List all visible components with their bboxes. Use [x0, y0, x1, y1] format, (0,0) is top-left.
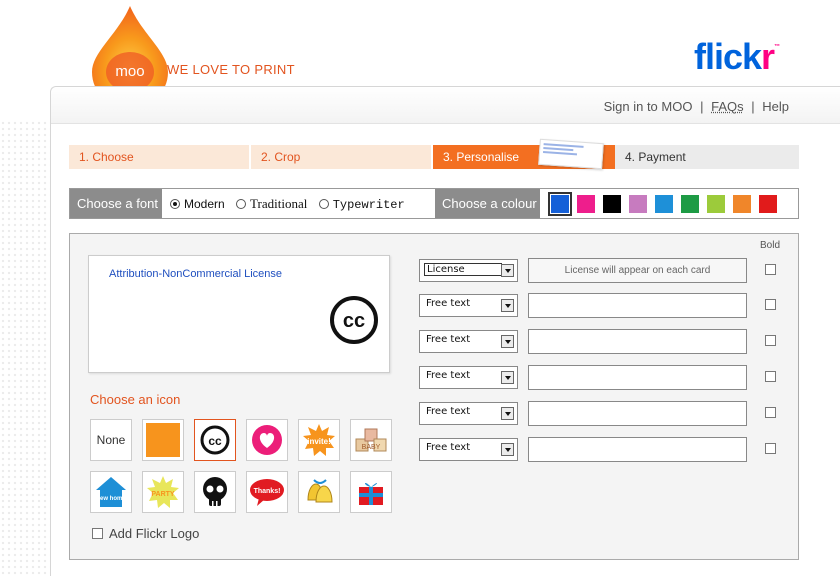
- bold-checkbox[interactable]: [765, 299, 776, 310]
- line-type-select[interactable]: Free text: [419, 330, 518, 353]
- free-text-input[interactable]: [528, 365, 747, 390]
- cc-icon-option[interactable]: cc: [194, 419, 236, 461]
- house-icon: new home: [96, 477, 126, 507]
- gift-icon: [359, 482, 383, 505]
- line-type-select[interactable]: License: [419, 259, 518, 282]
- dropdown-arrow-icon[interactable]: [501, 407, 514, 420]
- line-type-select[interactable]: Free text: [419, 294, 518, 317]
- free-text-input[interactable]: [528, 329, 747, 354]
- font-option-traditional[interactable]: Traditional: [236, 189, 307, 219]
- choose-icon-label: Choose an icon: [90, 392, 181, 407]
- svg-text:new home: new home: [96, 496, 126, 502]
- baby-blocks-icon: BABY: [355, 428, 387, 452]
- colour-swatch[interactable]: [548, 192, 572, 216]
- font-option-modern[interactable]: Modern: [170, 190, 225, 219]
- line-type-select[interactable]: Free text: [419, 366, 518, 389]
- radio-icon[interactable]: [318, 199, 329, 209]
- add-flickr-logo-option[interactable]: Add Flickr Logo: [92, 526, 199, 541]
- cc-icon: cc: [200, 425, 230, 455]
- tagline: WE LOVE TO PRINT: [167, 62, 295, 77]
- card-license-text: Attribution-NonCommercial License: [109, 268, 283, 280]
- icon-option-party[interactable]: PARTY: [142, 471, 184, 513]
- choose-font-label: Choose a font: [70, 189, 162, 218]
- colour-swatch[interactable]: [602, 194, 622, 214]
- free-text-input[interactable]: [528, 401, 747, 426]
- thanks-bubble-icon: Thanks!: [250, 479, 284, 506]
- dropdown-arrow-icon[interactable]: [501, 264, 514, 277]
- step-choose[interactable]: 1. Choose: [69, 145, 249, 169]
- svg-text:cc: cc: [343, 310, 365, 332]
- header: moo WE LOVE TO PRINT flickr™: [0, 0, 840, 106]
- orange-square-icon: [146, 423, 180, 457]
- line-type-select[interactable]: Free text: [419, 402, 518, 425]
- svg-text:Thanks!: Thanks!: [254, 488, 281, 495]
- colour-swatch[interactable]: [706, 194, 726, 214]
- icon-option-new-home[interactable]: new home: [90, 471, 132, 513]
- flickr-logo: flickr™: [694, 36, 780, 77]
- bold-checkbox[interactable]: [765, 407, 776, 418]
- bold-checkbox[interactable]: [765, 371, 776, 382]
- heart-icon: [252, 425, 282, 455]
- cc-icon: cc: [330, 296, 378, 344]
- dropdown-arrow-icon[interactable]: [501, 335, 514, 348]
- svg-text:BABY: BABY: [362, 444, 381, 451]
- icon-option-gift[interactable]: [350, 471, 392, 513]
- icon-option-thanks[interactable]: Thanks!: [246, 471, 288, 513]
- invite-starburst-icon: invite!: [303, 424, 335, 456]
- personalise-workspace: Attribution-NonCommercial License cc Cho…: [69, 233, 799, 560]
- checkbox-icon[interactable]: [92, 528, 103, 539]
- free-text-input[interactable]: [528, 437, 747, 462]
- skull-icon: [203, 477, 227, 506]
- free-text-input[interactable]: [528, 293, 747, 318]
- dropdown-arrow-icon[interactable]: [501, 443, 514, 456]
- icon-option-invite[interactable]: invite!: [298, 419, 340, 461]
- separator: |: [751, 99, 755, 114]
- progress-steps: 1. Choose 2. Crop 3. Personalise 4. Paym…: [69, 138, 799, 170]
- icon-option-none[interactable]: None: [90, 419, 132, 461]
- colour-swatch[interactable]: [576, 194, 596, 214]
- bold-checkbox[interactable]: [765, 264, 776, 275]
- card-preview-thumbnail: [538, 138, 604, 170]
- svg-text:invite!: invite!: [307, 437, 331, 446]
- party-starburst-icon: PARTY: [147, 476, 179, 508]
- faqs-link[interactable]: FAQs: [711, 99, 744, 114]
- font-option-typewriter[interactable]: Typewriter: [318, 190, 405, 220]
- step-payment: 4. Payment: [615, 145, 799, 169]
- card-preview: Attribution-NonCommercial License cc: [88, 255, 390, 373]
- help-link[interactable]: Help: [762, 99, 789, 114]
- icon-option-skull[interactable]: [194, 471, 236, 513]
- svg-text:cc: cc: [208, 434, 222, 448]
- colour-swatch[interactable]: [758, 194, 778, 214]
- colour-swatch[interactable]: [628, 194, 648, 214]
- icon-option-bells[interactable]: [298, 471, 340, 513]
- license-field: License will appear on each card: [528, 258, 747, 283]
- icon-option-orange-square[interactable]: [142, 419, 184, 461]
- bold-checkbox[interactable]: [765, 443, 776, 454]
- colour-swatch[interactable]: [654, 194, 674, 214]
- dropdown-arrow-icon[interactable]: [501, 371, 514, 384]
- bold-column-label: Bold: [760, 240, 781, 251]
- bold-checkbox[interactable]: [765, 335, 776, 346]
- wedding-bells-icon: [307, 479, 333, 503]
- svg-text:PARTY: PARTY: [151, 491, 175, 498]
- radio-icon[interactable]: [236, 199, 247, 209]
- colour-swatch[interactable]: [732, 194, 752, 214]
- radio-selected-icon[interactable]: [170, 199, 180, 209]
- step-crop[interactable]: 2. Crop: [251, 145, 431, 169]
- dropdown-arrow-icon[interactable]: [501, 299, 514, 312]
- icon-option-baby-blocks[interactable]: BABY: [350, 419, 392, 461]
- line-type-select[interactable]: Free text: [419, 438, 518, 461]
- choose-colour-label: Choose a colour: [435, 189, 540, 218]
- options-bar: Choose a font Modern Traditional Typewri…: [69, 188, 799, 219]
- sign-in-link[interactable]: Sign in to MOO: [604, 99, 693, 114]
- font-options: Modern Traditional Typewriter: [170, 189, 413, 218]
- moo-logo-text: moo: [115, 63, 144, 80]
- top-links: Sign in to MOO | FAQs | Help: [602, 99, 791, 114]
- icon-option-heart[interactable]: [246, 419, 288, 461]
- colour-swatch[interactable]: [680, 194, 700, 214]
- separator: |: [700, 99, 704, 114]
